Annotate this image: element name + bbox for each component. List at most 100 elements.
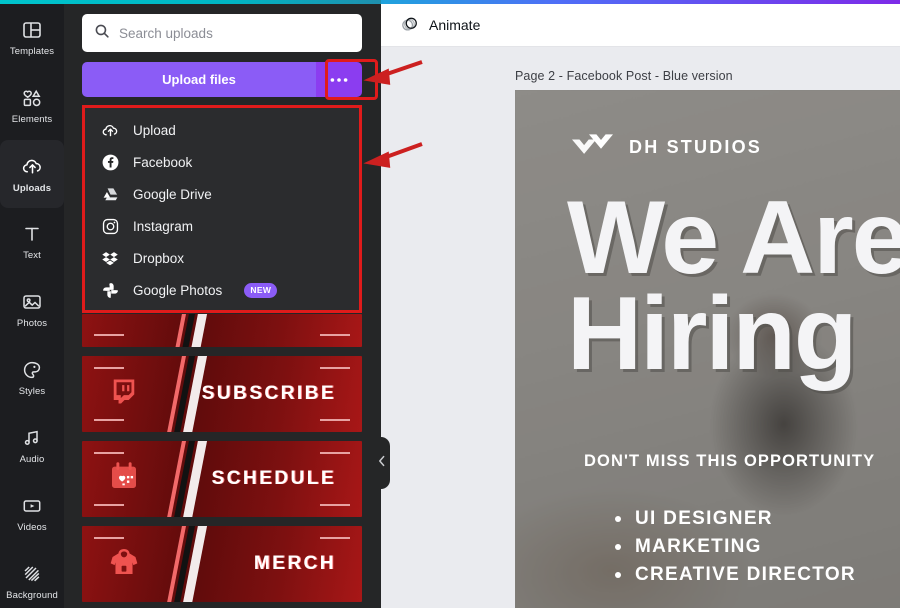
design-headline-line2: Hiring [567, 275, 857, 392]
instagram-icon [100, 216, 120, 236]
templates-icon [21, 19, 43, 41]
sidebar-label-uploads: Uploads [12, 182, 52, 194]
sidebar-label-templates: Templates [9, 46, 55, 58]
page-title-label: Page 2 - Facebook Post - Blue version [515, 69, 733, 83]
animate-label: Animate [429, 17, 481, 33]
list-item: UI DESIGNER [615, 505, 856, 533]
elements-icon [21, 87, 43, 109]
hoodie-icon [108, 546, 140, 583]
dropbox-icon [100, 248, 120, 268]
top-gradient-strip [0, 0, 900, 4]
bullet-label: MARKETING [635, 535, 762, 557]
sidebar-label-photos: Photos [16, 318, 48, 330]
thumb-dash [94, 334, 124, 336]
upload-cloud-icon [100, 120, 120, 140]
google-drive-icon [100, 184, 120, 204]
uploads-thumbnail-list: SUBSCRIBE SCHEDULE MERCH [82, 314, 362, 608]
design-page[interactable]: DH STUDIOS We Are Hiring DON'T MISS THIS… [515, 90, 900, 608]
thumbnail-item-subscribe[interactable]: SUBSCRIBE [82, 356, 362, 432]
thumb-dash [320, 419, 350, 421]
canvas-area: Animate Page 2 - Facebook Post - Blue ve… [381, 4, 900, 608]
styles-palette-icon [21, 359, 43, 381]
search-icon [94, 23, 110, 44]
dropdown-item-dropbox[interactable]: Dropbox [85, 242, 359, 274]
dropdown-item-google-drive[interactable]: Google Drive [85, 178, 359, 210]
bullet-label: UI DESIGNER [635, 508, 773, 529]
thumb-dash [320, 537, 350, 539]
thumb-dash [320, 452, 350, 454]
sidebar-item-photos[interactable]: Photos [0, 276, 64, 344]
sidebar-label-videos: Videos [17, 522, 47, 534]
list-item: CREATIVE DIRECTOR [615, 561, 856, 589]
thumbnail-label-merch: MERCH [253, 553, 336, 574]
sidebar-item-audio[interactable]: Audio [0, 412, 64, 480]
sidebar-label-styles: Styles [18, 386, 46, 398]
thumb-dash [320, 367, 350, 369]
search-uploads-bar[interactable] [82, 14, 362, 52]
dropdown-item-google-photos[interactable]: Google Photos NEW [85, 274, 359, 306]
facebook-icon [100, 152, 120, 172]
sidebar-item-elements[interactable]: Elements [0, 72, 64, 140]
upload-source-dropdown: Upload Facebook Google Drive Instagram D… [82, 105, 362, 313]
canva-editor-window: Templates Elements Uploads Text Photos S… [0, 0, 900, 608]
panel-collapse-handle[interactable] [374, 437, 390, 489]
thumbnail-label-schedule: SCHEDULE [211, 468, 336, 489]
dropdown-label-google-photos: Google Photos [133, 282, 223, 298]
google-photos-icon [100, 280, 120, 300]
background-hatch-icon [21, 563, 43, 585]
sidebar-label-text: Text [23, 250, 41, 262]
dropdown-item-upload[interactable]: Upload [85, 114, 359, 146]
thumb-dash [320, 334, 350, 336]
sidebar-item-background[interactable]: Background [0, 548, 64, 608]
top-strip-left-segment [0, 0, 381, 4]
ellipsis-icon [329, 77, 349, 83]
dropdown-label-instagram: Instagram [133, 218, 194, 234]
thumbnail-item-schedule[interactable]: SCHEDULE [82, 441, 362, 517]
photos-icon [21, 291, 43, 313]
dropdown-label-dropbox: Dropbox [133, 250, 185, 266]
thumb-dash [320, 504, 350, 506]
sidebar-label-elements: Elements [11, 114, 53, 126]
design-subheadline: DON'T MISS THIS OPPORTUNITY [584, 452, 876, 470]
design-logo: DH STUDIOS [571, 132, 762, 163]
twitch-icon [108, 376, 140, 413]
bullet-dot-icon [615, 571, 621, 578]
thumb-dash [94, 504, 124, 506]
upload-more-options-button[interactable] [316, 62, 362, 97]
thumbnail-item-merch[interactable]: MERCH [82, 526, 362, 602]
dropdown-label-google-drive: Google Drive [133, 186, 212, 202]
thumbnail-label-subscribe: SUBSCRIBE [201, 383, 336, 404]
sidebar-label-background: Background [6, 590, 58, 602]
new-badge: NEW [244, 282, 278, 298]
upload-files-button[interactable]: Upload files [82, 62, 316, 97]
thumb-dash [94, 419, 124, 421]
editor-toolbar: Animate [381, 4, 900, 47]
upload-actions-row: Upload files [82, 62, 362, 97]
sidebar-item-uploads[interactable]: Uploads [0, 140, 64, 208]
uploads-panel: Upload files [64, 4, 381, 608]
dropdown-label-upload: Upload [133, 122, 176, 138]
dropdown-label-facebook: Facebook [133, 154, 193, 170]
dropdown-item-instagram[interactable]: Instagram [85, 210, 359, 242]
dh-chevron-logo [571, 132, 615, 163]
bullet-dot-icon [615, 543, 621, 550]
thumb-dash [94, 537, 124, 539]
chevron-left-icon [378, 454, 386, 472]
bullet-dot-icon [615, 515, 621, 522]
thumb-dash [94, 452, 124, 454]
sidebar-item-styles[interactable]: Styles [0, 344, 64, 412]
videos-play-icon [21, 495, 43, 517]
bullet-label: CREATIVE DIRECTOR [635, 563, 856, 585]
left-rail: Templates Elements Uploads Text Photos S… [0, 4, 64, 608]
dropdown-item-facebook[interactable]: Facebook [85, 146, 359, 178]
sidebar-item-templates[interactable]: Templates [0, 4, 64, 72]
animate-button[interactable]: Animate [392, 9, 488, 41]
design-bullet-list: UI DESIGNER MARKETING CREATIVE DIRECTOR [615, 505, 856, 589]
sidebar-item-videos[interactable]: Videos [0, 480, 64, 548]
animate-circles-icon [400, 14, 420, 37]
calendar-heart-icon [108, 461, 140, 498]
thumbnail-item-partial[interactable] [82, 314, 362, 347]
sidebar-item-text[interactable]: Text [0, 208, 64, 276]
search-input[interactable] [119, 25, 350, 41]
thumb-dash [94, 367, 124, 369]
